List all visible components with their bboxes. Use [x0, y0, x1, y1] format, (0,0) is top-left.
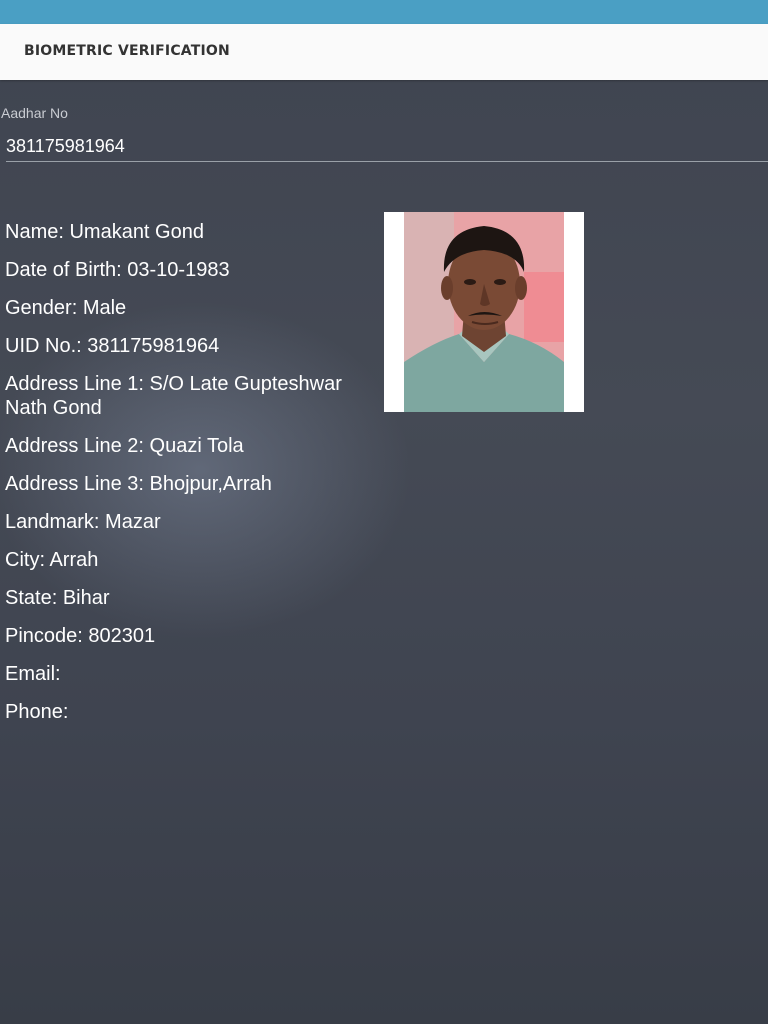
aadhar-label: Aadhar No	[1, 105, 68, 121]
dob-text: Date of Birth: 03-10-1983	[5, 259, 230, 281]
status-bar	[0, 0, 768, 24]
name-text: Name: Umakant Gond	[5, 221, 204, 243]
address-line-2-text: Address Line 2: Quazi Tola	[5, 435, 244, 457]
phone-text: Phone:	[5, 701, 69, 723]
city-text: City: Arrah	[5, 549, 99, 571]
address-line-1-text: Address Line 1: S/O Late Gupteshwar Nath…	[5, 373, 342, 419]
app-bar: BIOMETRIC VERIFICATION	[0, 24, 768, 80]
landmark-text: Landmark: Mazar	[5, 511, 161, 533]
resident-photo	[384, 212, 584, 412]
uid-text: UID No.: 381175981964	[5, 335, 220, 357]
pincode-text: Pincode: 802301	[5, 625, 156, 647]
address-line-3-text: Address Line 3: Bhojpur,Arrah	[5, 473, 272, 495]
resident-details: Name: Umakant Gond Date of Birth: 03-10-…	[5, 220, 365, 738]
page-title: BIOMETRIC VERIFICATION	[24, 43, 230, 59]
aadhar-input[interactable]	[6, 132, 768, 162]
email-text: Email:	[5, 663, 61, 685]
state-text: State: Bihar	[5, 587, 110, 609]
gender-text: Gender: Male	[5, 297, 127, 319]
portrait-image	[404, 212, 564, 412]
